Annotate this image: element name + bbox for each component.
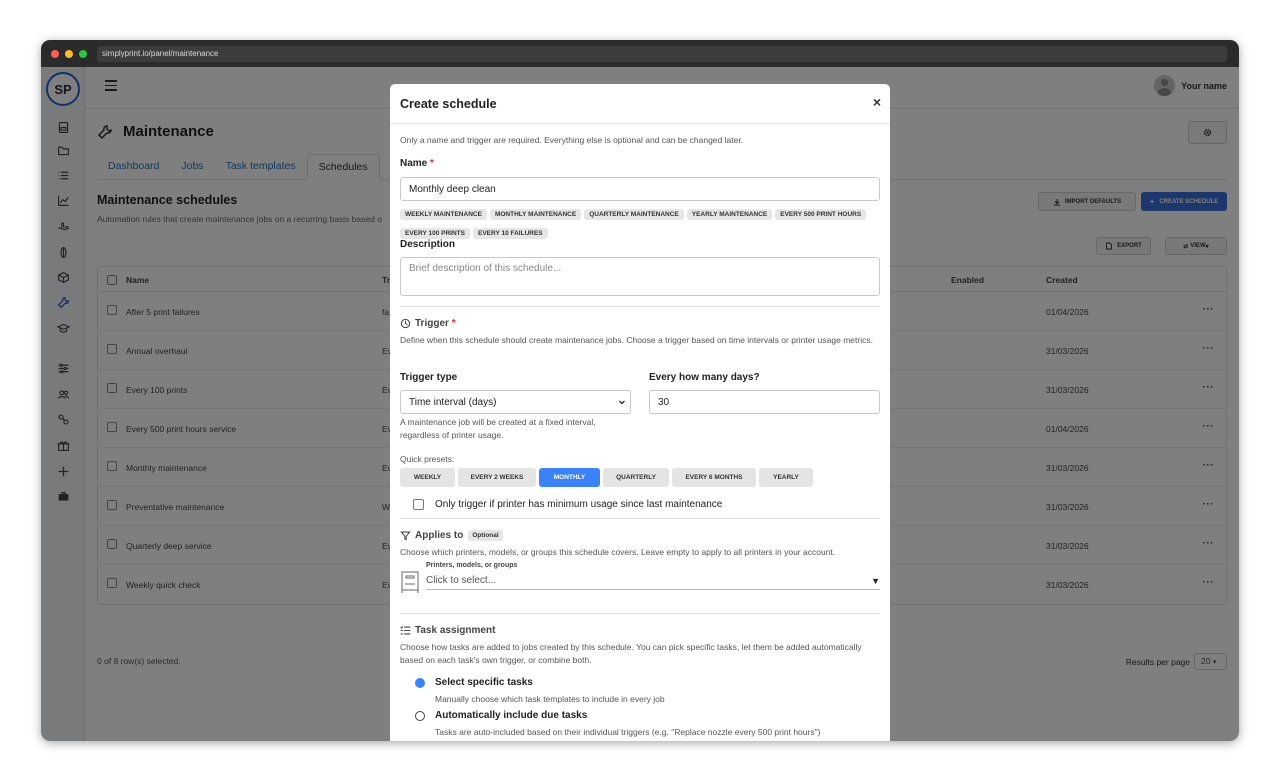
preset-every-6-months[interactable]: EVERY 6 MONTHS [672, 468, 756, 487]
optional-badge: Optional [468, 530, 503, 541]
option-auto-include[interactable]: Automatically include due tasks [415, 710, 587, 721]
name-label-text: Name [400, 158, 428, 169]
task-title-text: Task assignment [415, 625, 496, 636]
preset-every-2-weeks[interactable]: EVERY 2 WEEKS [458, 468, 536, 487]
chip-weekly-maintenance[interactable]: WEEKLY MAINTENANCE [400, 209, 487, 220]
option-select-specific-label: Select specific tasks [435, 677, 533, 688]
preset-yearly[interactable]: YEARLY [759, 468, 813, 487]
printers-placeholder: Click to select... [426, 575, 497, 586]
option-select-specific-desc: Manually choose which task templates to … [435, 694, 665, 704]
modal-header: Create schedule × [390, 84, 890, 124]
task-section-title: Task assignment [400, 625, 495, 636]
chip-quarterly-maintenance[interactable]: QUARTERLY MAINTENANCE [584, 209, 684, 220]
min-usage-label: Only trigger if printer has minimum usag… [435, 499, 723, 510]
applies-description: Choose which printers, models, or groups… [400, 547, 836, 557]
days-value: 30 [658, 396, 670, 408]
browser-titlebar: simplyprint.io/panel/maintenance [41, 40, 1239, 67]
task-description: Choose how tasks are added to jobs creat… [400, 642, 862, 665]
description-label: Description [400, 239, 456, 250]
printer-icon [400, 570, 420, 594]
name-label: Name * [400, 158, 434, 169]
trigger-title-text: Trigger [415, 318, 449, 329]
app: SP Your name [41, 67, 1239, 741]
divider [400, 518, 880, 519]
trigger-section-title: Trigger * [400, 318, 456, 329]
option-auto-include-label: Automatically include due tasks [435, 710, 588, 721]
filter-icon [400, 531, 411, 541]
chip-monthly-maintenance[interactable]: MONTHLY MAINTENANCE [489, 209, 582, 220]
description-textarea[interactable]: Brief description of this schedule... [400, 257, 880, 296]
radio-auto-include[interactable] [415, 710, 425, 721]
divider [400, 613, 880, 614]
preset-monthly[interactable]: MONTHLY [539, 468, 600, 487]
trigger-type-help: A maintenance job will be created at a f… [400, 417, 596, 440]
name-input[interactable]: Monthly deep clean [400, 177, 880, 201]
trigger-type-label: Trigger type [400, 372, 458, 383]
applies-title-text: Applies to [415, 530, 464, 541]
required-mark: * [430, 158, 434, 169]
days-input[interactable]: 30 [649, 390, 880, 414]
modal-title: Create schedule [400, 97, 497, 111]
chip-every-100-prints[interactable]: EVERY 100 PRINTS [400, 228, 470, 239]
preset-quarterly[interactable]: QUARTERLY [603, 468, 669, 487]
create-schedule-modal: Create schedule × Only a name and trigge… [390, 84, 890, 741]
printers-select[interactable]: Click to select... ▼ [426, 572, 880, 590]
chevron-down-icon: ▼ [871, 575, 880, 586]
radio-select-specific[interactable] [415, 677, 425, 688]
preset-weekly[interactable]: WEEKLY [400, 468, 455, 487]
name-input-value: Monthly deep clean [409, 183, 496, 195]
min-usage-option[interactable]: Only trigger if printer has minimum usag… [413, 499, 722, 510]
chevron-down-icon [619, 400, 625, 405]
divider [400, 306, 880, 307]
name-suggestion-chips: WEEKLY MAINTENANCE MONTHLY MAINTENANCE QUA… [400, 203, 880, 241]
quick-presets-label: Quick presets: [400, 454, 455, 464]
url-bar[interactable]: simplyprint.io/panel/maintenance [97, 45, 1227, 62]
trigger-description: Define when this schedule should create … [400, 335, 873, 345]
modal-intro: Only a name and trigger are required. Ev… [400, 135, 744, 145]
applies-section-title: Applies to Optional [400, 530, 503, 541]
browser-window: simplyprint.io/panel/maintenance SP [41, 40, 1239, 741]
chip-every-10-failures[interactable]: EVERY 10 FAILURES [472, 228, 548, 239]
chip-yearly-maintenance[interactable]: YEARLY MAINTENANCE [686, 209, 773, 220]
task-list-icon [400, 626, 411, 635]
printers-label: Printers, models, or groups [426, 562, 518, 569]
maximize-window-dot[interactable] [79, 49, 87, 58]
close-icon[interactable]: × [873, 94, 881, 110]
clock-icon [400, 318, 411, 329]
chip-every-500-print-hours[interactable]: EVERY 500 PRINT HOURS [775, 209, 867, 220]
required-mark: * [451, 318, 456, 329]
days-label: Every how many days? [649, 372, 760, 383]
trigger-type-select[interactable]: Time interval (days) [400, 390, 631, 414]
option-select-specific[interactable]: Select specific tasks [415, 677, 533, 688]
description-placeholder: Brief description of this schedule... [409, 263, 562, 274]
minimize-window-dot[interactable] [65, 49, 73, 58]
quick-presets: WEEKLY EVERY 2 WEEKS MONTHLY QUARTERLY E… [400, 468, 816, 487]
option-auto-include-desc: Tasks are auto-included based on their i… [435, 727, 821, 737]
trigger-type-value: Time interval (days) [409, 396, 497, 408]
close-window-dot[interactable] [51, 49, 59, 58]
min-usage-checkbox[interactable] [413, 499, 424, 510]
